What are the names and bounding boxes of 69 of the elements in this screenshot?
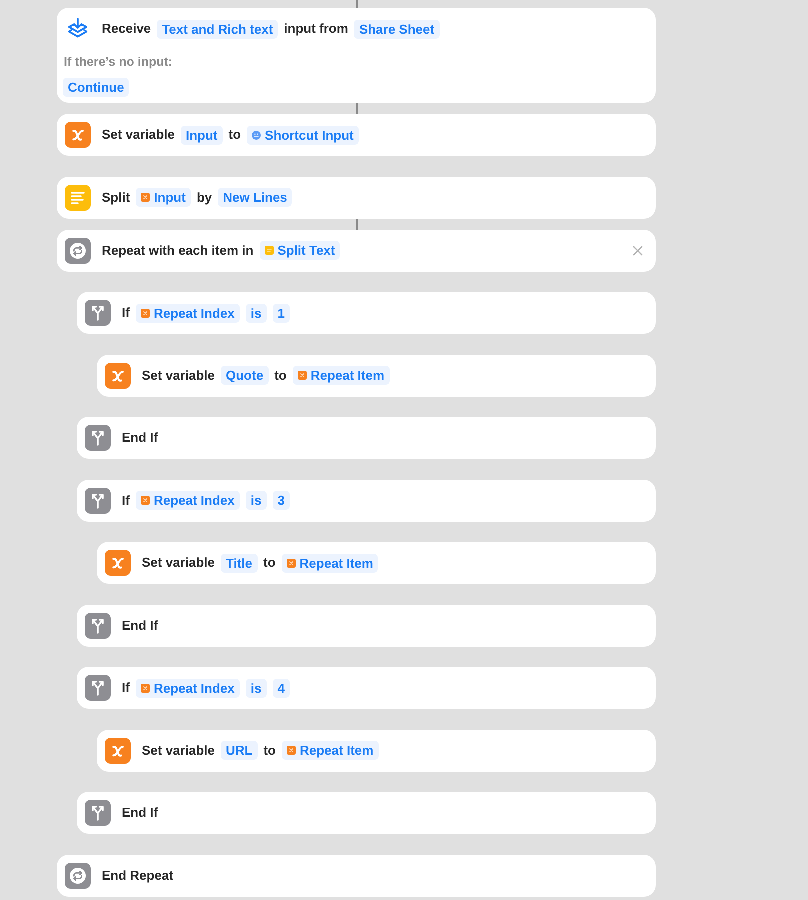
action-label: Set variable — [142, 554, 215, 572]
variable-icon — [141, 193, 150, 202]
action-label: to — [264, 554, 276, 572]
fallback-label: If there’s no input: — [64, 54, 174, 70]
action-label: input from — [284, 20, 348, 38]
action-label: End Repeat — [102, 866, 174, 884]
variable-icon — [140, 496, 150, 505]
variable-icon — [298, 371, 307, 380]
variable-icon — [65, 122, 91, 148]
repeat-icon — [65, 238, 91, 264]
action-label: by — [196, 188, 212, 206]
action-label: End If — [122, 429, 158, 447]
parameter-token[interactable]: Repeat Item — [282, 741, 379, 760]
parameter-token[interactable]: 1 — [272, 304, 290, 322]
parameter-token[interactable]: Repeat Item — [292, 366, 390, 385]
parameter-token[interactable]: Repeat Index — [136, 491, 240, 510]
action-label: to — [274, 366, 287, 384]
action-label: If — [122, 679, 130, 697]
parameter-token[interactable]: Share Sheet — [354, 20, 440, 38]
text-lines-icon — [65, 184, 91, 210]
parameter-token[interactable]: Input — [181, 126, 223, 144]
close-icon — [633, 246, 643, 256]
fork-icon — [85, 300, 111, 326]
action-label: If — [122, 304, 130, 322]
action-label: to — [264, 742, 276, 760]
parameter-token[interactable]: Split Text — [260, 241, 340, 260]
parameter-token[interactable]: Title — [221, 554, 258, 572]
fork-icon — [85, 425, 111, 451]
parameter-token[interactable]: Input — [136, 188, 191, 207]
parameter-token[interactable]: New Lines — [218, 188, 292, 207]
parameter-token[interactable]: is — [246, 304, 267, 322]
variable-icon — [105, 738, 131, 764]
parameter-token[interactable]: Continue — [63, 78, 130, 97]
repeat-icon — [65, 862, 91, 888]
action-label: to — [228, 126, 242, 144]
parameter-token[interactable]: Repeat Index — [136, 678, 240, 698]
parameter-token[interactable]: Quote — [221, 366, 269, 385]
action-label: Receive — [102, 20, 152, 38]
variable-icon — [105, 362, 131, 388]
action-label: Set variable — [142, 366, 215, 384]
action-label: Set variable — [102, 126, 175, 144]
variable-icon — [140, 684, 150, 692]
text-icon — [264, 246, 274, 255]
parameter-token[interactable]: Repeat Item — [282, 554, 378, 572]
variable-icon — [140, 308, 150, 318]
action-label: If — [122, 492, 130, 510]
action-label: End If — [122, 804, 158, 822]
action-label: Split — [102, 188, 130, 206]
action-label: End If — [122, 616, 158, 634]
parameter-token[interactable]: 3 — [272, 491, 290, 510]
variable-icon — [286, 558, 296, 568]
parameter-token[interactable]: is — [246, 491, 267, 510]
parameter-token[interactable]: 4 — [272, 678, 290, 698]
parameter-token[interactable]: Text and Rich text — [157, 20, 278, 38]
fork-icon — [85, 800, 111, 826]
download-tray-icon — [68, 18, 88, 40]
variable-icon — [287, 746, 296, 755]
parameter-token[interactable]: is — [246, 678, 267, 698]
parameter-token[interactable]: URL — [221, 741, 258, 760]
circle-icon — [252, 130, 262, 140]
fork-icon — [85, 675, 111, 701]
delete-button[interactable] — [633, 246, 643, 256]
variable-icon — [105, 550, 131, 576]
action-label: Repeat with each item in — [102, 242, 254, 260]
parameter-token[interactable]: Shortcut Input — [247, 126, 359, 144]
fork-icon — [85, 612, 111, 638]
parameter-token[interactable]: Repeat Index — [136, 304, 240, 322]
action-label: Set variable — [142, 742, 215, 760]
fork-icon — [85, 488, 111, 514]
